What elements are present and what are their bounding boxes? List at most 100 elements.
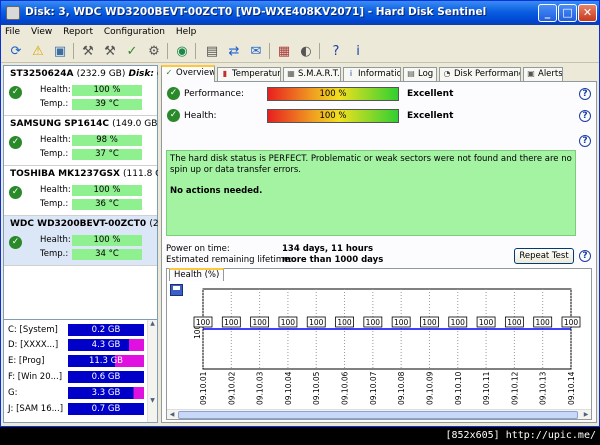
health-label: Health: [40, 85, 71, 95]
temp-value: 39 °C [72, 99, 142, 110]
check-icon: ✓ [165, 68, 173, 77]
ok-check-icon: ✓ [167, 87, 180, 100]
tab-smart[interactable]: ▦ S.M.A.R.T. [283, 67, 341, 81]
settings-icon[interactable]: ⚙ [145, 42, 163, 60]
disk-item-selected[interactable]: WDC WD3200BEVT-00ZCT0 (298 ✓ Health: 100… [4, 216, 158, 266]
tab-label: Disk Performance [454, 69, 520, 79]
title-bar[interactable]: Disk: 3, WDC WD3200BEVT-00ZCT0 [WD-WXE40… [1, 1, 599, 25]
document-icon[interactable]: ▤ [203, 42, 221, 60]
ok-check-icon: ✓ [9, 86, 22, 99]
tab-disk-performance[interactable]: ◔Disk Performance [439, 67, 521, 81]
scroll-right-icon[interactable]: ▶ [581, 410, 591, 419]
partition-free-bar: 3.3 GB [68, 387, 144, 399]
x-tick-label: 09.10.02 [227, 371, 236, 405]
performance-row: ✓ Performance: 100 % Excellent ? [167, 86, 591, 102]
data-point: 100 [335, 316, 354, 328]
warning-icon[interactable]: ⚠ [29, 42, 47, 60]
chart-tab-health[interactable]: Health (%) [169, 268, 225, 281]
disk-item[interactable]: SAMSUNG SP1614C (149.0 GB) D ✓ Health: 9… [4, 116, 158, 166]
x-tick-label: 09.10.01 [199, 371, 208, 405]
temp-label: Temp.: [40, 249, 69, 259]
data-point: 100 [278, 316, 298, 328]
chart-scrollbar[interactable]: ◀ ▶ [167, 409, 591, 419]
x-tick-label: 09.10.13 [539, 371, 548, 405]
menu-view[interactable]: View [27, 25, 56, 39]
tab-label: Temperature [232, 69, 281, 79]
performance-label: Performance: [184, 89, 245, 99]
data-point: 100 [363, 316, 383, 328]
health-bar: 100 % [267, 109, 399, 123]
data-label: 100 [536, 318, 551, 327]
x-tick-label: 09.10.11 [482, 371, 491, 405]
menu-help[interactable]: Help [172, 25, 201, 39]
test-icon[interactable]: ⚒ [101, 42, 119, 60]
menu-file[interactable]: File [1, 25, 24, 39]
x-tick-label: 09.10.03 [256, 371, 265, 405]
tab-temperature[interactable]: ▮ Temperature [217, 67, 281, 81]
temp-value: 34 °C [72, 249, 142, 260]
maximize-button[interactable]: □ [558, 4, 577, 22]
partition-label: C: [System] [8, 325, 58, 335]
scroll-thumb[interactable] [178, 411, 578, 419]
minimize-button[interactable]: _ [538, 4, 557, 22]
data-label: 100 [479, 318, 494, 327]
health-label: Health: [40, 135, 71, 145]
partition-label: G: [8, 388, 18, 398]
tab-label: S.M.A.R.T. [298, 69, 340, 79]
toolbar-separator [269, 43, 270, 59]
partition-list: C: [System] 0.2 GB D: [XXXX...] 4.3 GB E… [3, 319, 158, 423]
speaker-icon[interactable]: ◐ [297, 42, 315, 60]
monitor-icon[interactable]: ▣ [51, 42, 69, 60]
ok-check-icon: ✓ [9, 186, 22, 199]
tools-icon[interactable]: ⚒ [79, 42, 97, 60]
close-button[interactable]: ✕ [578, 4, 597, 22]
data-label: 100 [196, 318, 211, 327]
power-on-value: 134 days, 11 hours [282, 244, 374, 254]
scroll-left-icon[interactable]: ◀ [167, 410, 177, 419]
sync-icon[interactable]: ⇄ [225, 42, 243, 60]
partition-scrollbar[interactable]: ▲ ▼ [147, 320, 157, 422]
help-icon[interactable]: ? [327, 42, 345, 60]
menu-configuration[interactable]: Configuration [100, 25, 169, 39]
menu-report[interactable]: Report [59, 25, 97, 39]
chart-icon[interactable]: ▦ [275, 42, 293, 60]
help-icon[interactable]: ? [579, 135, 591, 147]
tab-log[interactable]: ▤ Log [403, 67, 437, 81]
x-tick-label: 09.10.12 [510, 371, 519, 405]
partition-label: F: [Win 20...] [8, 372, 63, 382]
disk-item[interactable]: TOSHIBA MK1237GSX (111.8 GB) ✓ Health: 1… [4, 166, 158, 216]
help-icon[interactable]: ? [579, 88, 591, 100]
email-icon[interactable]: ✉ [247, 42, 265, 60]
data-label: 100 [337, 318, 352, 327]
health-value: 100 % [72, 235, 142, 246]
toolbar-separator [195, 43, 196, 59]
refresh-icon[interactable]: ⟳ [7, 42, 25, 60]
tab-overview[interactable]: ✓ Overview [161, 65, 215, 82]
repeat-test-button[interactable]: Repeat Test [514, 248, 574, 264]
info-icon[interactable]: i [349, 42, 367, 60]
health-chart: 100 09.10.01 09.10.02 09.10.03 09.10.04 09.1… [193, 288, 581, 405]
x-tick-label: 09.10.05 [312, 371, 321, 405]
health-label: Health: [40, 235, 71, 245]
tab-alerts[interactable]: ▣ Alerts [523, 67, 563, 81]
help-icon[interactable]: ? [579, 110, 591, 122]
help-icon[interactable]: ? [579, 250, 591, 262]
info-icon: i [349, 69, 353, 78]
disk-index: Disk: 0 [128, 69, 159, 79]
ok-check-icon: ✓ [167, 109, 180, 122]
partition-label: J: [SAM 16...] [8, 404, 64, 414]
disk-item[interactable]: ST3250624A (232.9 GB) Disk: 0 ✓ Health: … [4, 66, 159, 116]
temp-label: Temp.: [40, 149, 69, 159]
globe-icon[interactable]: ◉ [173, 42, 191, 60]
data-point: 100 [250, 316, 270, 328]
check-icon[interactable]: ✓ [123, 42, 141, 60]
data-point: 100 [504, 316, 524, 328]
lifetime-label: Estimated remaining lifetime: [166, 255, 293, 265]
disk-size: (111.8 GB) [123, 169, 158, 179]
x-tick-label: 09.10.10 [454, 371, 463, 405]
health-label: Health: [40, 185, 71, 195]
tab-label: Overview [176, 68, 215, 78]
tab-information[interactable]: i Information [343, 67, 401, 81]
app-window: Disk: 3, WDC WD3200BEVT-00ZCT0 [WD-WXE40… [0, 0, 600, 427]
status-message-box: The hard disk status is PERFECT. Problem… [166, 150, 576, 236]
